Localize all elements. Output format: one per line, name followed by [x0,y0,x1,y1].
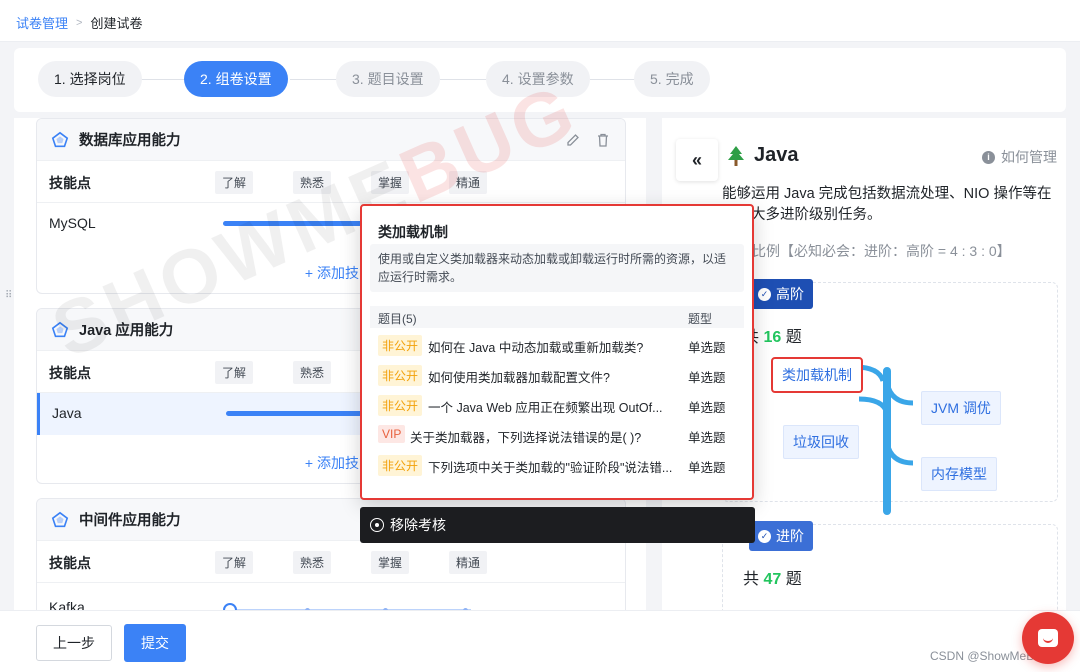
remove-assessment-label: 移除考核 [390,517,446,533]
breadcrumb-create-paper: 创建试卷 [90,16,143,31]
advanced-tag: ✓ 高阶 [749,279,813,309]
level-header: 熟悉 [293,551,332,574]
question-row[interactable]: 非公开 如何在 Java 中动态加载或重新加载类? 单选题 [370,330,744,360]
drag-handle-icon[interactable]: ⠿ [5,291,13,301]
node-jvm-tuning[interactable]: JVM 调优 [921,391,1001,425]
leaf-icon: ✓ [758,287,771,301]
question-type: 单选题 [688,371,726,385]
skill-description: 能够运用 Java 完成包括数据流处理、NIO 操作等在内的大多进阶级别任务。 [722,186,1052,223]
skill-column-header: 技能点 [49,175,91,191]
private-badge: 非公开 [378,365,423,386]
step-paper-settings[interactable]: 2. 组卷设置 [184,61,288,97]
question-type: 单选题 [688,341,726,355]
card-title: 数据库应用能力 [79,133,181,149]
level-header: 掌握 [371,551,410,574]
private-badge: 非公开 [378,335,423,356]
skill-column-header: 技能点 [49,555,91,571]
eye-icon [370,518,384,532]
slider-handle[interactable] [223,603,237,610]
question-table-header: 题目(5) 题型 [370,306,744,328]
advanced-tag-label: 高阶 [776,286,804,302]
count-number: 16 [763,329,782,346]
question-row[interactable]: 非公开 如何使用类加载器加载配置文件? 单选题 [370,360,744,390]
level-header: 了解 [215,551,254,574]
question-row[interactable]: 非公开 下列选项中关于类加载的"验证阶段"说法错... 单选题 [370,450,744,480]
skill-table-header: 技能点 了解 熟悉 掌握 精通 [37,541,625,583]
skill-name: Java [52,405,82,421]
node-memory-model[interactable]: 内存模型 [921,457,997,491]
intermediate-count: 共 47 题 [743,565,802,589]
private-badge: 非公开 [378,395,423,416]
breadcrumb-paper-management[interactable]: 试卷管理 [16,13,68,32]
info-icon: i [982,150,995,164]
chat-support-button[interactable] [1022,612,1074,664]
intermediate-tag-label: 进阶 [776,528,804,544]
pentagon-icon [51,131,69,147]
step-connector [440,79,486,80]
advanced-level-box: ✓ 高阶 共 16 题 类加载机制 JVM 调优 垃圾回收 内存模型 [722,279,1058,515]
collapse-panel-button[interactable]: « [676,139,718,181]
how-to-manage-label: 如何管理 [1001,149,1057,165]
question-text: 关于类加载器，下列选择说法错误的是( )? [410,431,642,445]
question-type: 单选题 [688,431,726,445]
skill-name: Kafka [49,599,85,610]
breadcrumb: 试卷管理 > 创建试卷 [16,13,142,32]
skill-row[interactable]: Kafka [37,583,625,610]
question-text: 一个 Java Web 应用正在频繁出现 OutOf... [428,401,663,415]
level-header: 了解 [215,171,254,194]
level-header: 了解 [215,361,254,384]
intermediate-level-box: ✓ 进阶 共 47 题 [722,521,1058,610]
private-badge: 非公开 [378,455,423,476]
skill-map-title-text: Java [754,144,799,166]
how-to-manage-link[interactable]: i 如何管理 [982,147,1057,167]
ratio-text: 比例【必知必会：进阶：高阶 = 4 : 3 : 0】 [752,243,1011,259]
question-row[interactable]: 非公开 一个 Java Web 应用正在频繁出现 OutOf... 单选题 [370,390,744,420]
step-select-position[interactable]: 1. 选择岗位 [38,61,142,97]
popover-title: 类加载机制 [378,224,448,240]
previous-step-button[interactable]: 上一步 [36,625,112,661]
step-connector [590,79,636,80]
question-text: 如何使用类加载器加载配置文件? [428,371,610,385]
node-garbage-collection[interactable]: 垃圾回收 [783,425,859,459]
skill-level-slider[interactable] [223,603,473,610]
count-suffix: 题 [785,571,802,588]
count-prefix: 共 [743,571,760,588]
level-header: 熟悉 [293,361,332,384]
chat-icon [1038,629,1058,647]
submit-button[interactable]: 提交 [124,624,186,662]
delete-icon[interactable] [595,132,611,148]
question-text: 下列选项中关于类加载的"验证阶段"说法错... [428,461,673,475]
node-class-loading[interactable]: 类加载机制 [771,357,863,393]
question-column-header: 题目(5) [378,312,417,326]
skill-name: MySQL [49,215,96,231]
question-row[interactable]: VIP 关于类加载器，下列选择说法错误的是( )? 单选题 [370,420,744,450]
remove-assessment-button[interactable]: 移除考核 [360,507,755,543]
top-bar: 试卷管理 > 创建试卷 [0,0,1080,42]
vip-badge: VIP [378,425,406,443]
step-connector [290,79,336,80]
leaf-icon: ✓ [758,529,771,543]
step-question-settings[interactable]: 3. 题目设置 [336,61,440,97]
footer-bar: 上一步 提交 CSDN @ShowMeBug [0,610,1080,672]
count-suffix: 题 [785,329,802,346]
popover-description: 使用或自定义类加载器来动态加载或卸载运行时所需的资源，以适应运行时需求。 [370,244,744,292]
step-connector [140,79,186,80]
tree-icon [728,145,744,166]
question-type: 单选题 [688,461,726,475]
chevron-right-icon: > [76,16,83,29]
intermediate-tag: ✓ 进阶 [749,521,813,551]
pentagon-icon [51,511,69,527]
type-column-header: 题型 [688,312,713,326]
level-header: 精通 [449,551,488,574]
step-finish[interactable]: 5. 完成 [634,61,710,97]
skill-detail-popover: 类加载机制 使用或自定义类加载器来动态加载或卸载运行时所需的资源，以适应运行时需… [360,204,754,500]
count-number: 47 [763,571,782,588]
question-type: 单选题 [688,401,726,415]
card-title: 中间件应用能力 [79,513,181,529]
question-text: 如何在 Java 中动态加载或重新加载类? [428,341,644,355]
skill-map-title: Java [726,144,799,167]
